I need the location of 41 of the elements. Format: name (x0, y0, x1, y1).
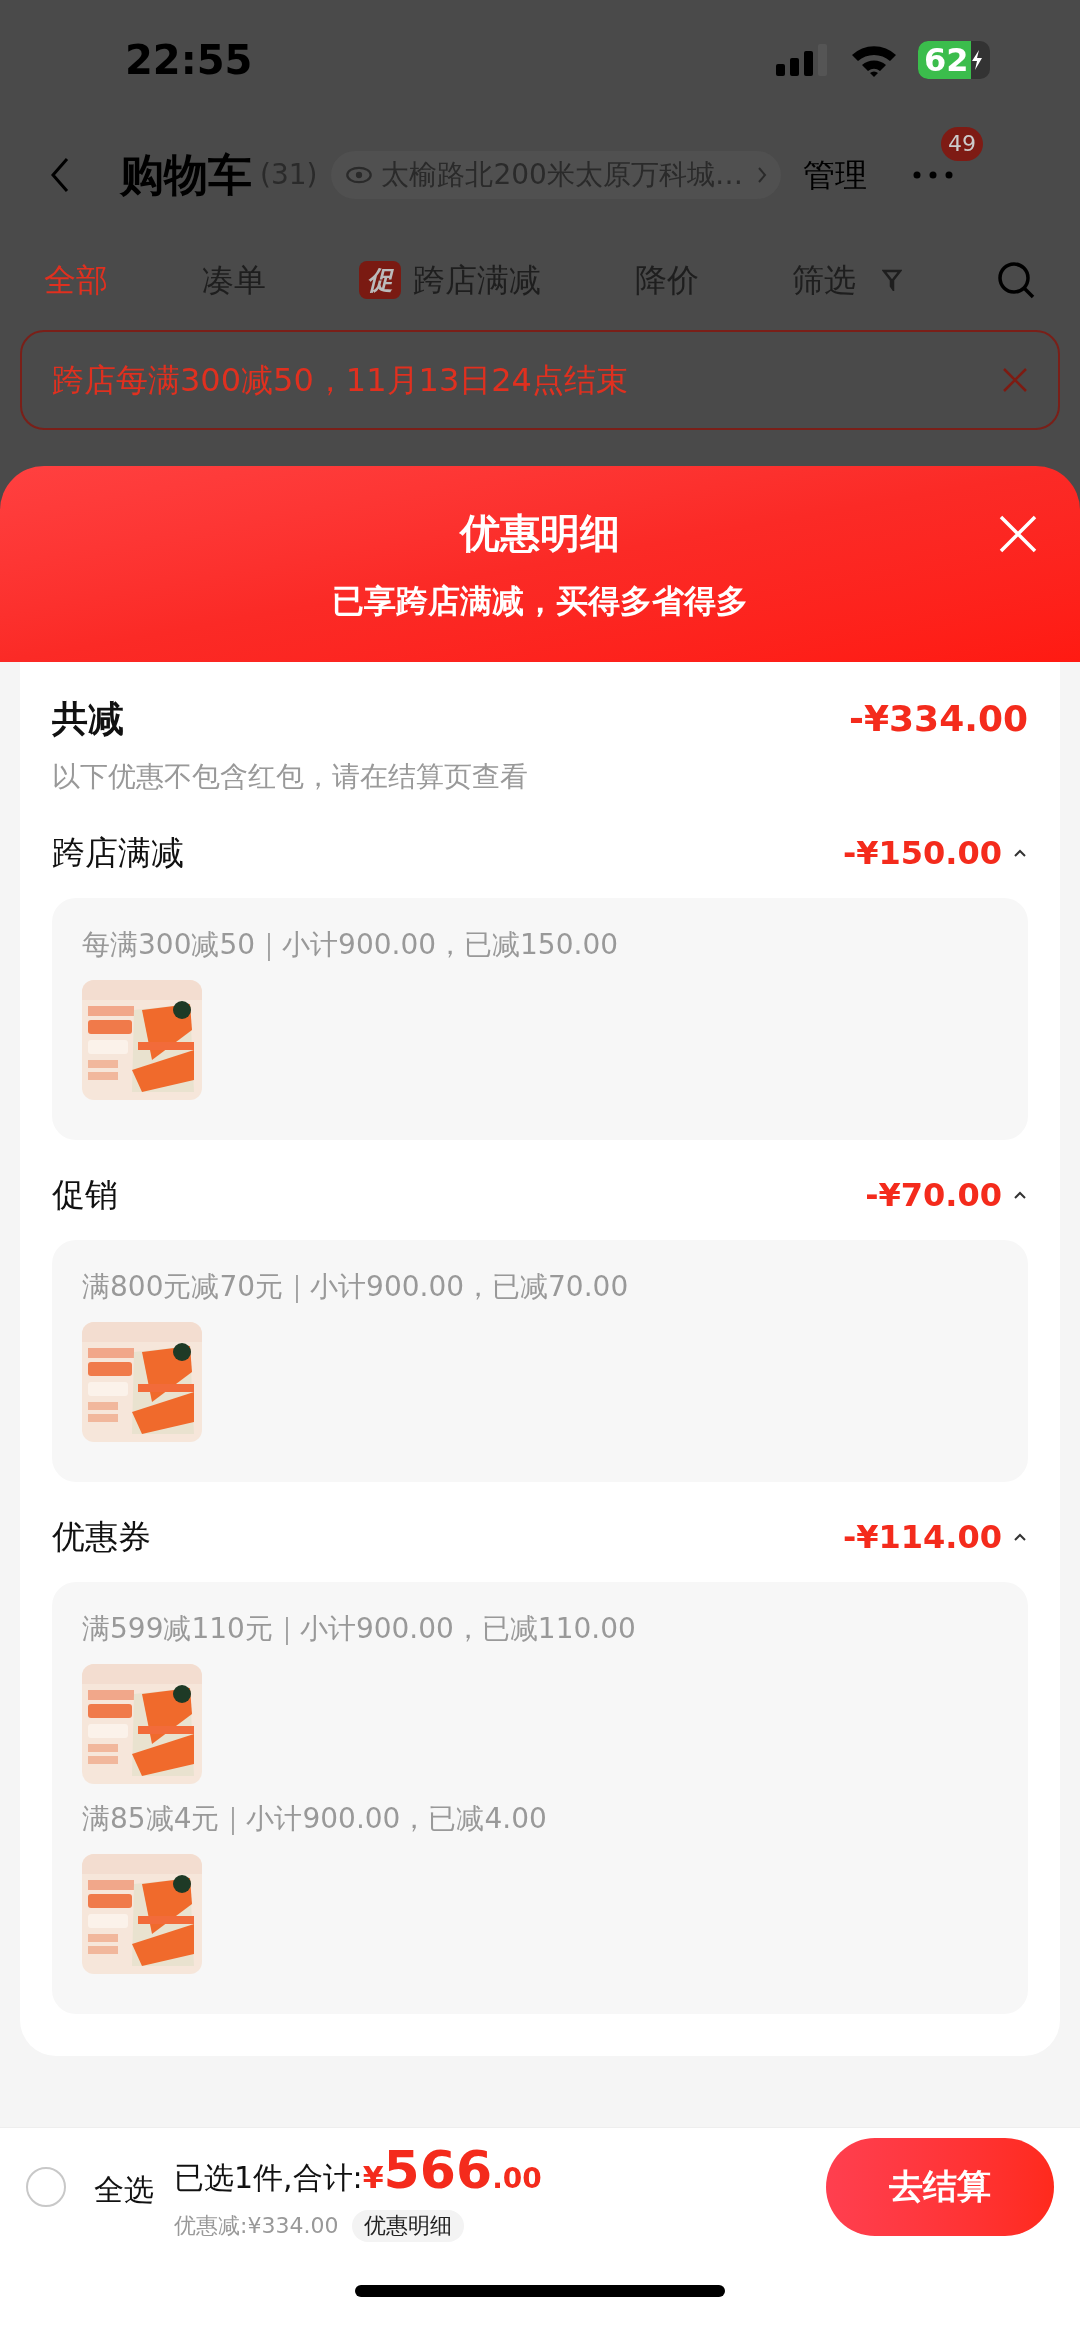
section-title: 优惠券 (52, 1516, 151, 1559)
section-title: 跨店满减 (52, 832, 184, 875)
search-icon[interactable] (995, 260, 1036, 300)
total-note: 以下优惠不包含红包，请在结算页查看 (52, 759, 529, 795)
filter-tab[interactable]: 全部 (44, 256, 108, 304)
promo-banner: 跨店每满300减50，11月13日24点结束 (20, 330, 1060, 430)
rule-text: 满85减4元｜小计900.00，已减4.00 (82, 1801, 548, 1837)
chevron-up-icon[interactable] (1012, 1190, 1028, 1200)
promo-tag: 促 (359, 261, 402, 299)
battery-indicator: 62 (918, 41, 990, 79)
manage-link[interactable]: 管理 (802, 151, 867, 199)
signal-icon (776, 44, 830, 76)
wifi-icon (850, 43, 898, 77)
back-icon[interactable] (50, 157, 70, 193)
status-time: 22:55 (125, 36, 253, 85)
checkout-button[interactable]: 去结算 (826, 2137, 1054, 2236)
chevron-up-icon[interactable] (1012, 848, 1028, 858)
rule-text: 满800元减70元｜小计900.00，已减70.00 (82, 1269, 630, 1305)
rule-text: 每满300减50｜小计900.00，已减150.00 (82, 927, 620, 963)
summary-text: 已选1件,合计: (174, 2159, 363, 2197)
details-button[interactable]: 优惠明细 (352, 2209, 465, 2242)
more-icon[interactable] (912, 171, 953, 179)
section-amount: -¥150.00 (842, 833, 1002, 874)
total-label: 共减 (52, 697, 124, 741)
select-all-label[interactable]: 全选 (94, 2167, 154, 2212)
section-amount: -¥70.00 (865, 1175, 1002, 1216)
sheet-title: 优惠明细 (460, 509, 620, 558)
sheet-subtitle: 已享跨店满减，买得多省得多 (332, 581, 748, 622)
rule-text: 满599减110元｜小计900.00，已减110.00 (82, 1611, 637, 1647)
section-amount: -¥114.00 (842, 1517, 1002, 1558)
total-amount: -¥334.00 (849, 697, 1028, 741)
total-price: ¥566.00 (362, 2139, 542, 2202)
select-all-checkbox[interactable] (26, 2166, 66, 2207)
section-title: 促销 (52, 1174, 118, 1217)
eye-icon (345, 166, 374, 184)
notification-badge: 49 (940, 127, 983, 161)
chevron-up-icon[interactable] (1012, 1532, 1028, 1542)
chevron-right-icon (756, 166, 767, 184)
discount-text: 优惠减:¥334.00 (174, 2212, 339, 2240)
filter-icon (882, 269, 903, 291)
page-title: 购物车 (120, 148, 252, 202)
